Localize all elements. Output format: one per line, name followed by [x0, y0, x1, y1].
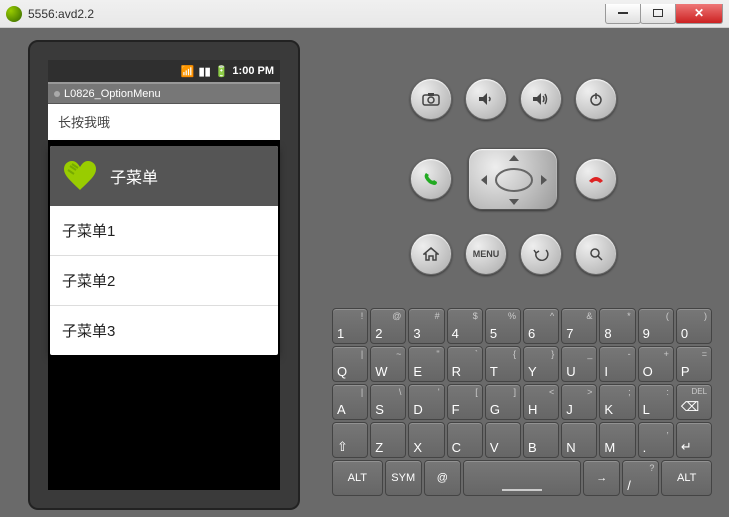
- key-w[interactable]: W~: [370, 346, 406, 382]
- key-1[interactable]: 1!: [332, 308, 368, 344]
- dpad-icon: [469, 149, 559, 211]
- search-icon: [589, 247, 603, 261]
- app-title-icon: [54, 91, 60, 97]
- menu-button[interactable]: MENU: [465, 233, 507, 275]
- key-g[interactable]: G]: [485, 384, 521, 420]
- key-5[interactable]: 5%: [485, 308, 521, 344]
- power-button[interactable]: [575, 78, 617, 120]
- key-space[interactable]: [463, 460, 581, 496]
- key-at[interactable]: @: [424, 460, 461, 496]
- submenu-item[interactable]: 子菜单3: [50, 306, 278, 355]
- key-alt-right[interactable]: ALT: [661, 460, 712, 496]
- key-delete[interactable]: DEL⌫: [676, 384, 712, 420]
- submenu-item[interactable]: 子菜单2: [50, 256, 278, 306]
- key-6[interactable]: 6^: [523, 308, 559, 344]
- minimize-button[interactable]: [605, 4, 641, 24]
- dpad[interactable]: [468, 148, 558, 210]
- hint-text[interactable]: 长按我哦: [48, 104, 280, 140]
- speaker-high-icon: [532, 92, 550, 106]
- search-button[interactable]: [575, 233, 617, 275]
- key-8[interactable]: 8*: [599, 308, 635, 344]
- end-call-button[interactable]: [575, 158, 617, 200]
- key-t[interactable]: T{: [485, 346, 521, 382]
- key-a[interactable]: A|: [332, 384, 368, 420]
- submenu-header: 子菜单: [50, 146, 278, 206]
- hardware-keyboard: 1!2@3#4$5%6^7&8*9(0) Q|W~E"R`T{Y}U_I-O+P…: [332, 308, 712, 496]
- power-icon: [589, 92, 603, 106]
- call-button[interactable]: [410, 158, 452, 200]
- key-alt-left[interactable]: ALT: [332, 460, 383, 496]
- device-screen: 📶 ▮▮ 🔋 1:00 PM L0826_OptionMenu 长按我哦: [48, 60, 280, 490]
- key-j[interactable]: J>: [561, 384, 597, 420]
- key-o[interactable]: O+: [638, 346, 674, 382]
- key-c[interactable]: C: [447, 422, 483, 458]
- key-↵[interactable]: ↵: [676, 422, 712, 458]
- home-button[interactable]: [410, 233, 452, 275]
- key-7[interactable]: 7&: [561, 308, 597, 344]
- key-k[interactable]: K;: [599, 384, 635, 420]
- home-icon: [423, 247, 439, 261]
- app-title: L0826_OptionMenu: [64, 88, 161, 100]
- signal-bars-icon: ▮▮: [199, 65, 211, 78]
- key-s[interactable]: S\: [370, 384, 406, 420]
- key-⇧[interactable]: ⇧: [332, 422, 368, 458]
- phone-red-icon: [587, 173, 605, 185]
- volume-down-button[interactable]: [465, 78, 507, 120]
- back-icon: [533, 247, 549, 261]
- key-d[interactable]: D': [408, 384, 444, 420]
- heart-icon: [62, 160, 98, 192]
- status-time: 1:00 PM: [232, 65, 274, 77]
- key-f[interactable]: F[: [447, 384, 483, 420]
- key-right[interactable]: →: [583, 460, 620, 496]
- key-0[interactable]: 0): [676, 308, 712, 344]
- key-i[interactable]: I-: [599, 346, 635, 382]
- key-n[interactable]: N: [561, 422, 597, 458]
- key-2[interactable]: 2@: [370, 308, 406, 344]
- phone-green-icon: [423, 171, 439, 187]
- key-b[interactable]: B: [523, 422, 559, 458]
- key-u[interactable]: U_: [561, 346, 597, 382]
- emulator-body: 📶 ▮▮ 🔋 1:00 PM L0826_OptionMenu 长按我哦: [0, 28, 729, 517]
- maximize-button[interactable]: [640, 4, 676, 24]
- window-title: 5556:avd2.2: [28, 7, 606, 21]
- key-l[interactable]: L:: [638, 384, 674, 420]
- key-z[interactable]: Z: [370, 422, 406, 458]
- back-button[interactable]: [520, 233, 562, 275]
- submenu-title: 子菜单: [110, 164, 158, 188]
- key-v[interactable]: V: [485, 422, 521, 458]
- key-sym[interactable]: SYM: [385, 460, 422, 496]
- modal-scrim: 子菜单 子菜单1 子菜单2 子菜单3: [48, 140, 280, 490]
- app-icon: [6, 6, 22, 22]
- app-titlebar: L0826_OptionMenu: [48, 82, 280, 104]
- key-y[interactable]: Y}: [523, 346, 559, 382]
- key-9[interactable]: 9(: [638, 308, 674, 344]
- submenu-item[interactable]: 子菜单1: [50, 206, 278, 256]
- key-.[interactable]: .,: [638, 422, 674, 458]
- key-m[interactable]: M: [599, 422, 635, 458]
- volume-up-button[interactable]: [520, 78, 562, 120]
- android-statusbar: 📶 ▮▮ 🔋 1:00 PM: [48, 60, 280, 82]
- key-q[interactable]: Q|: [332, 346, 368, 382]
- key-e[interactable]: E": [408, 346, 444, 382]
- battery-icon: 🔋: [215, 65, 229, 78]
- key-4[interactable]: 4$: [447, 308, 483, 344]
- speaker-low-icon: [478, 92, 494, 106]
- key-p[interactable]: P=: [676, 346, 712, 382]
- camera-icon: [422, 92, 440, 106]
- key-3[interactable]: 3#: [408, 308, 444, 344]
- key-x[interactable]: X: [408, 422, 444, 458]
- submenu-dialog: 子菜单 子菜单1 子菜单2 子菜单3: [50, 146, 278, 355]
- key-r[interactable]: R`: [447, 346, 483, 382]
- signal-3g-icon: 📶: [181, 65, 195, 78]
- key-slash[interactable]: /?: [622, 460, 659, 496]
- device-frame: 📶 ▮▮ 🔋 1:00 PM L0826_OptionMenu 长按我哦: [28, 40, 300, 510]
- window-titlebar: 5556:avd2.2 ✕: [0, 0, 729, 28]
- key-h[interactable]: H<: [523, 384, 559, 420]
- close-button[interactable]: ✕: [675, 4, 723, 24]
- camera-button[interactable]: [410, 78, 452, 120]
